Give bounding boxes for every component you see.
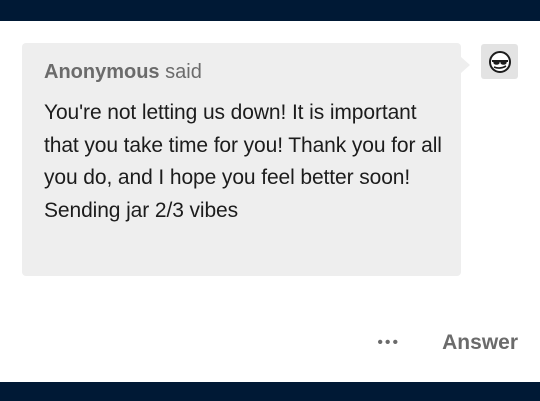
bubble-tail [461,57,470,73]
anonymous-avatar[interactable] [481,44,518,79]
said-label: said [165,61,202,83]
anonymous-sunglasses-avatar-icon [488,50,511,73]
top-nav-bar [0,0,540,21]
answer-button[interactable]: Answer [442,330,518,356]
question-text: You're not letting us down! It is import… [44,101,442,222]
ask-bubble: Anonymous said You're not letting us dow… [22,43,461,276]
post-actions: ••• Answer [377,330,518,356]
more-options-button[interactable]: ••• [377,330,400,356]
asker-name: Anonymous [44,61,160,83]
bottom-nav-bar [0,382,540,401]
asker-line: Anonymous said [44,59,439,85]
